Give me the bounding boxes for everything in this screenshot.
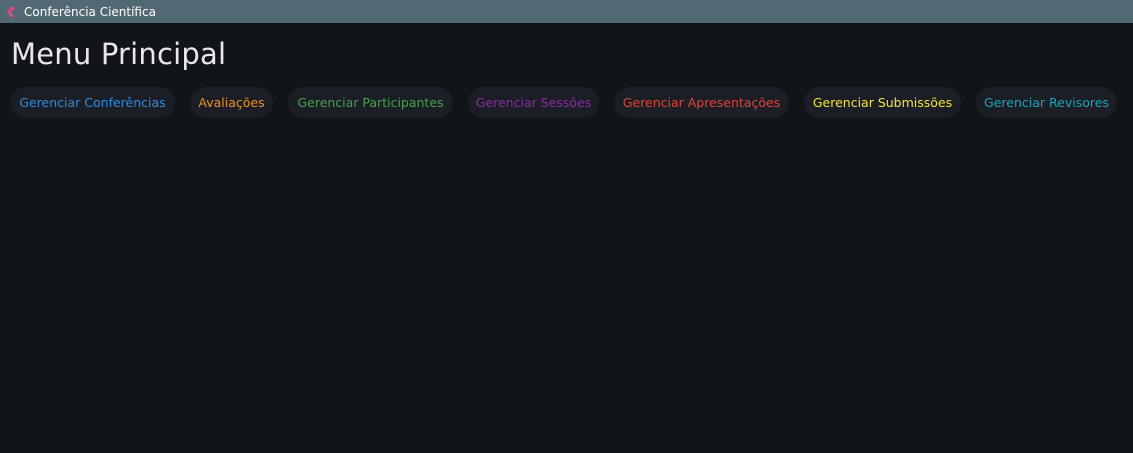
manage-reviewers-button[interactable]: Gerenciar Revisores (976, 87, 1117, 118)
window-titlebar[interactable]: Conferência Científica (0, 0, 1133, 23)
main-menu: Gerenciar Conferências Avaliações Gerenc… (10, 87, 1130, 118)
evaluations-button[interactable]: Avaliações (190, 87, 273, 118)
manage-participants-button[interactable]: Gerenciar Participantes (288, 87, 453, 118)
manage-sessions-button[interactable]: Gerenciar Sessões (468, 87, 599, 118)
manage-submissions-button[interactable]: Gerenciar Submissões (804, 87, 961, 118)
flutter-logo-icon (5, 5, 19, 19)
page-title: Menu Principal (11, 37, 227, 71)
window-title: Conferência Científica (24, 4, 156, 19)
manage-conferences-button[interactable]: Gerenciar Conferências (10, 87, 175, 118)
manage-presentations-button[interactable]: Gerenciar Apresentações (614, 87, 789, 118)
